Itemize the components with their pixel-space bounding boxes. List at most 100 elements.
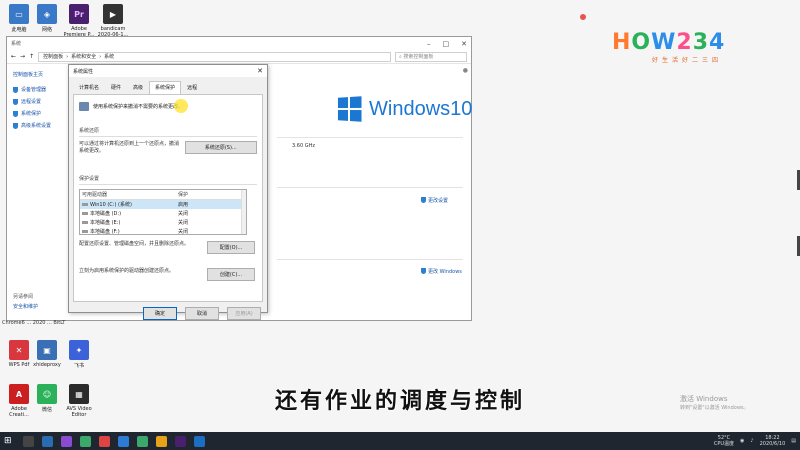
shield-icon <box>13 122 18 129</box>
windows-brand-text: Windows10 <box>369 97 473 120</box>
cpu-speed: 3.60 GHz <box>292 143 315 149</box>
sidebar-item-device-manager[interactable]: 设备管理器 <box>13 86 63 93</box>
ok-button[interactable]: 确定 <box>143 307 177 320</box>
address-bar: ← → ↑ 控制面板 › 系统和安全 › 系统 ⌕ 搜索控制面板 <box>7 50 471 64</box>
desktop-icon-bandicam[interactable]: ▶ bandicam 2020-06-1... <box>96 4 130 38</box>
taskbar-app[interactable] <box>42 435 53 447</box>
computer-protection-icon <box>79 102 89 111</box>
premiere-icon: Pr <box>69 4 89 24</box>
dialog-footer: 确定 取消 应用(A) <box>69 302 267 325</box>
divider <box>79 136 257 137</box>
activate-windows-watermark: 激活 Windows 转到"设置"以激活 Windows。 <box>680 395 749 411</box>
tab-panel: 使用系统保护来撤消不需要的系统更改。 系统还原 可以通过将计算机还原到上一个还原… <box>73 94 263 302</box>
security-maintenance-link[interactable]: 安全和维护 <box>13 303 38 310</box>
protection-intro: 使用系统保护来撤消不需要的系统更改。 <box>93 104 184 110</box>
minimize-button[interactable]: – <box>427 40 431 48</box>
volume-icon[interactable]: ♪ <box>750 438 753 444</box>
sidebar-item-protection[interactable]: 系统保护 <box>13 110 63 117</box>
tab-advanced[interactable]: 高级 <box>127 81 149 94</box>
help-icon[interactable]: ● <box>463 67 468 74</box>
list-scrollbar[interactable] <box>241 190 246 234</box>
tab-computer-name[interactable]: 计算机名 <box>73 81 105 94</box>
create-button[interactable]: 创建(C)... <box>207 268 255 281</box>
taskbar-app[interactable] <box>61 435 72 447</box>
notification-icon[interactable]: ▤ <box>791 438 796 444</box>
desktop-icon-xhideproxy[interactable]: ▣ xhideproxy <box>30 340 64 368</box>
taskbar: ⊞ 52°C CPU温度 ◉ ♪ 18:22 2020/6/10 ▤ <box>0 432 800 450</box>
shield-icon <box>13 110 18 117</box>
sidebar-item-advanced[interactable]: 高级系统设置 <box>13 122 63 129</box>
cancel-button[interactable]: 取消 <box>185 307 219 320</box>
drive-row[interactable]: 本地磁盘 (D:) 关闭 <box>80 209 246 218</box>
drive-list-header: 可用驱动器 保护 <box>80 190 246 200</box>
drive-list[interactable]: 可用驱动器 保护 Win10 (C:) (系统) 启用 本地磁盘 (D:) 关闭… <box>79 189 247 235</box>
breadcrumb-item[interactable]: 系统和安全 <box>71 53 96 60</box>
desktop: ▭ 此电脑 ◈ 网络 Pr Adobe Premiere P... 2020 (… <box>0 0 800 432</box>
taskbar-app[interactable] <box>156 435 167 447</box>
breadcrumb-item[interactable]: 系统 <box>104 53 114 60</box>
forward-arrow-icon[interactable]: → <box>20 53 25 60</box>
taskbar-app[interactable] <box>118 435 129 447</box>
network-icon[interactable]: ◉ <box>740 438 744 444</box>
start-windows-icon[interactable]: ⊞ <box>4 436 15 447</box>
taskbar-app[interactable] <box>99 435 110 447</box>
close-button[interactable]: ✕ <box>461 40 467 48</box>
desktop-icon-feishu[interactable]: ✦ 飞书 <box>62 340 96 369</box>
divider <box>277 259 463 260</box>
app-window-icon: ▣ <box>37 340 57 360</box>
network-icon: ◈ <box>37 4 57 24</box>
drive-row[interactable]: Win10 (C:) (系统) 启用 <box>80 200 246 209</box>
computer-icon: ▭ <box>9 4 29 24</box>
desktop-icon-network[interactable]: ◈ 网络 <box>30 4 64 33</box>
system-tray: 52°C CPU温度 ◉ ♪ 18:22 2020/6/10 ▤ <box>714 435 796 447</box>
feishu-icon: ✦ <box>69 340 89 360</box>
breadcrumb[interactable]: 控制面板 › 系统和安全 › 系统 <box>38 51 391 62</box>
taskbar-app[interactable] <box>80 435 91 447</box>
system-properties-dialog: 系统属性 ✕ 计算机名 硬件 高级 系统保护 远程 使用系统保护来撤消不需要的系… <box>68 64 268 320</box>
location-pin-icon <box>580 14 586 20</box>
cpu-temp[interactable]: 52°C CPU温度 <box>714 435 734 447</box>
drive-icon <box>82 230 88 233</box>
back-arrow-icon[interactable]: ← <box>11 53 16 60</box>
create-description: 立刻为启用系统保护的驱动器创建还原点。 <box>79 268 175 274</box>
clock[interactable]: 18:22 2020/6/10 <box>760 435 786 447</box>
control-panel-home-link[interactable]: 控制面板主页 <box>13 71 63 78</box>
dialog-title: 系统属性 <box>73 68 94 75</box>
drive-icon <box>82 221 88 224</box>
shield-icon <box>421 268 426 274</box>
maximize-button[interactable]: □ <box>443 40 450 48</box>
divider <box>277 187 463 188</box>
wps-pdf-icon: ✕ <box>9 340 29 360</box>
breadcrumb-item[interactable]: 控制面板 <box>43 53 63 60</box>
tab-remote[interactable]: 远程 <box>181 81 203 94</box>
system-restore-button[interactable]: 系统还原(S)... <box>184 141 257 154</box>
tab-system-protection[interactable]: 系统保护 <box>149 81 182 94</box>
divider <box>277 137 463 138</box>
taskbar-app[interactable] <box>175 435 186 447</box>
taskbar-app[interactable] <box>194 435 205 447</box>
sidebar-item-remote[interactable]: 远程设置 <box>13 98 63 105</box>
drive-row[interactable]: 本地磁盘 (F:) 关闭 <box>80 227 246 234</box>
see-also-heading: 另请参阅 <box>13 294 34 300</box>
tab-hardware[interactable]: 硬件 <box>105 81 127 94</box>
windows-flag-icon <box>337 96 362 122</box>
restore-section-heading: 系统还原 <box>79 128 100 134</box>
dialog-close-button[interactable]: ✕ <box>257 67 263 75</box>
change-settings-link[interactable]: 更改设置 <box>421 197 448 204</box>
logo-text: HOW234 <box>612 30 726 55</box>
apply-button[interactable]: 应用(A) <box>227 307 261 320</box>
configure-button[interactable]: 配置(O)... <box>207 241 255 254</box>
taskbar-app[interactable] <box>137 435 148 447</box>
left-pane: 控制面板主页 设备管理器 远程设置 系统保护 高级系统设置 另请参阅 安全和维护 <box>7 65 69 320</box>
search-input[interactable]: ⌕ 搜索控制面板 <box>395 51 467 62</box>
protection-section-heading: 保护设置 <box>79 176 100 182</box>
change-windows-link[interactable]: 更改 Windows <box>421 268 462 275</box>
taskbar-app[interactable] <box>23 435 34 447</box>
watermark-logo: HOW234 好生活好二三四 <box>612 30 772 64</box>
drive-row[interactable]: 本地磁盘 (E:) 关闭 <box>80 218 246 227</box>
shield-icon <box>13 98 18 105</box>
video-file-icon: ▶ <box>103 4 123 24</box>
window-title: 系统 <box>11 41 22 47</box>
shield-icon <box>421 197 426 203</box>
up-arrow-icon[interactable]: ↑ <box>29 53 34 60</box>
